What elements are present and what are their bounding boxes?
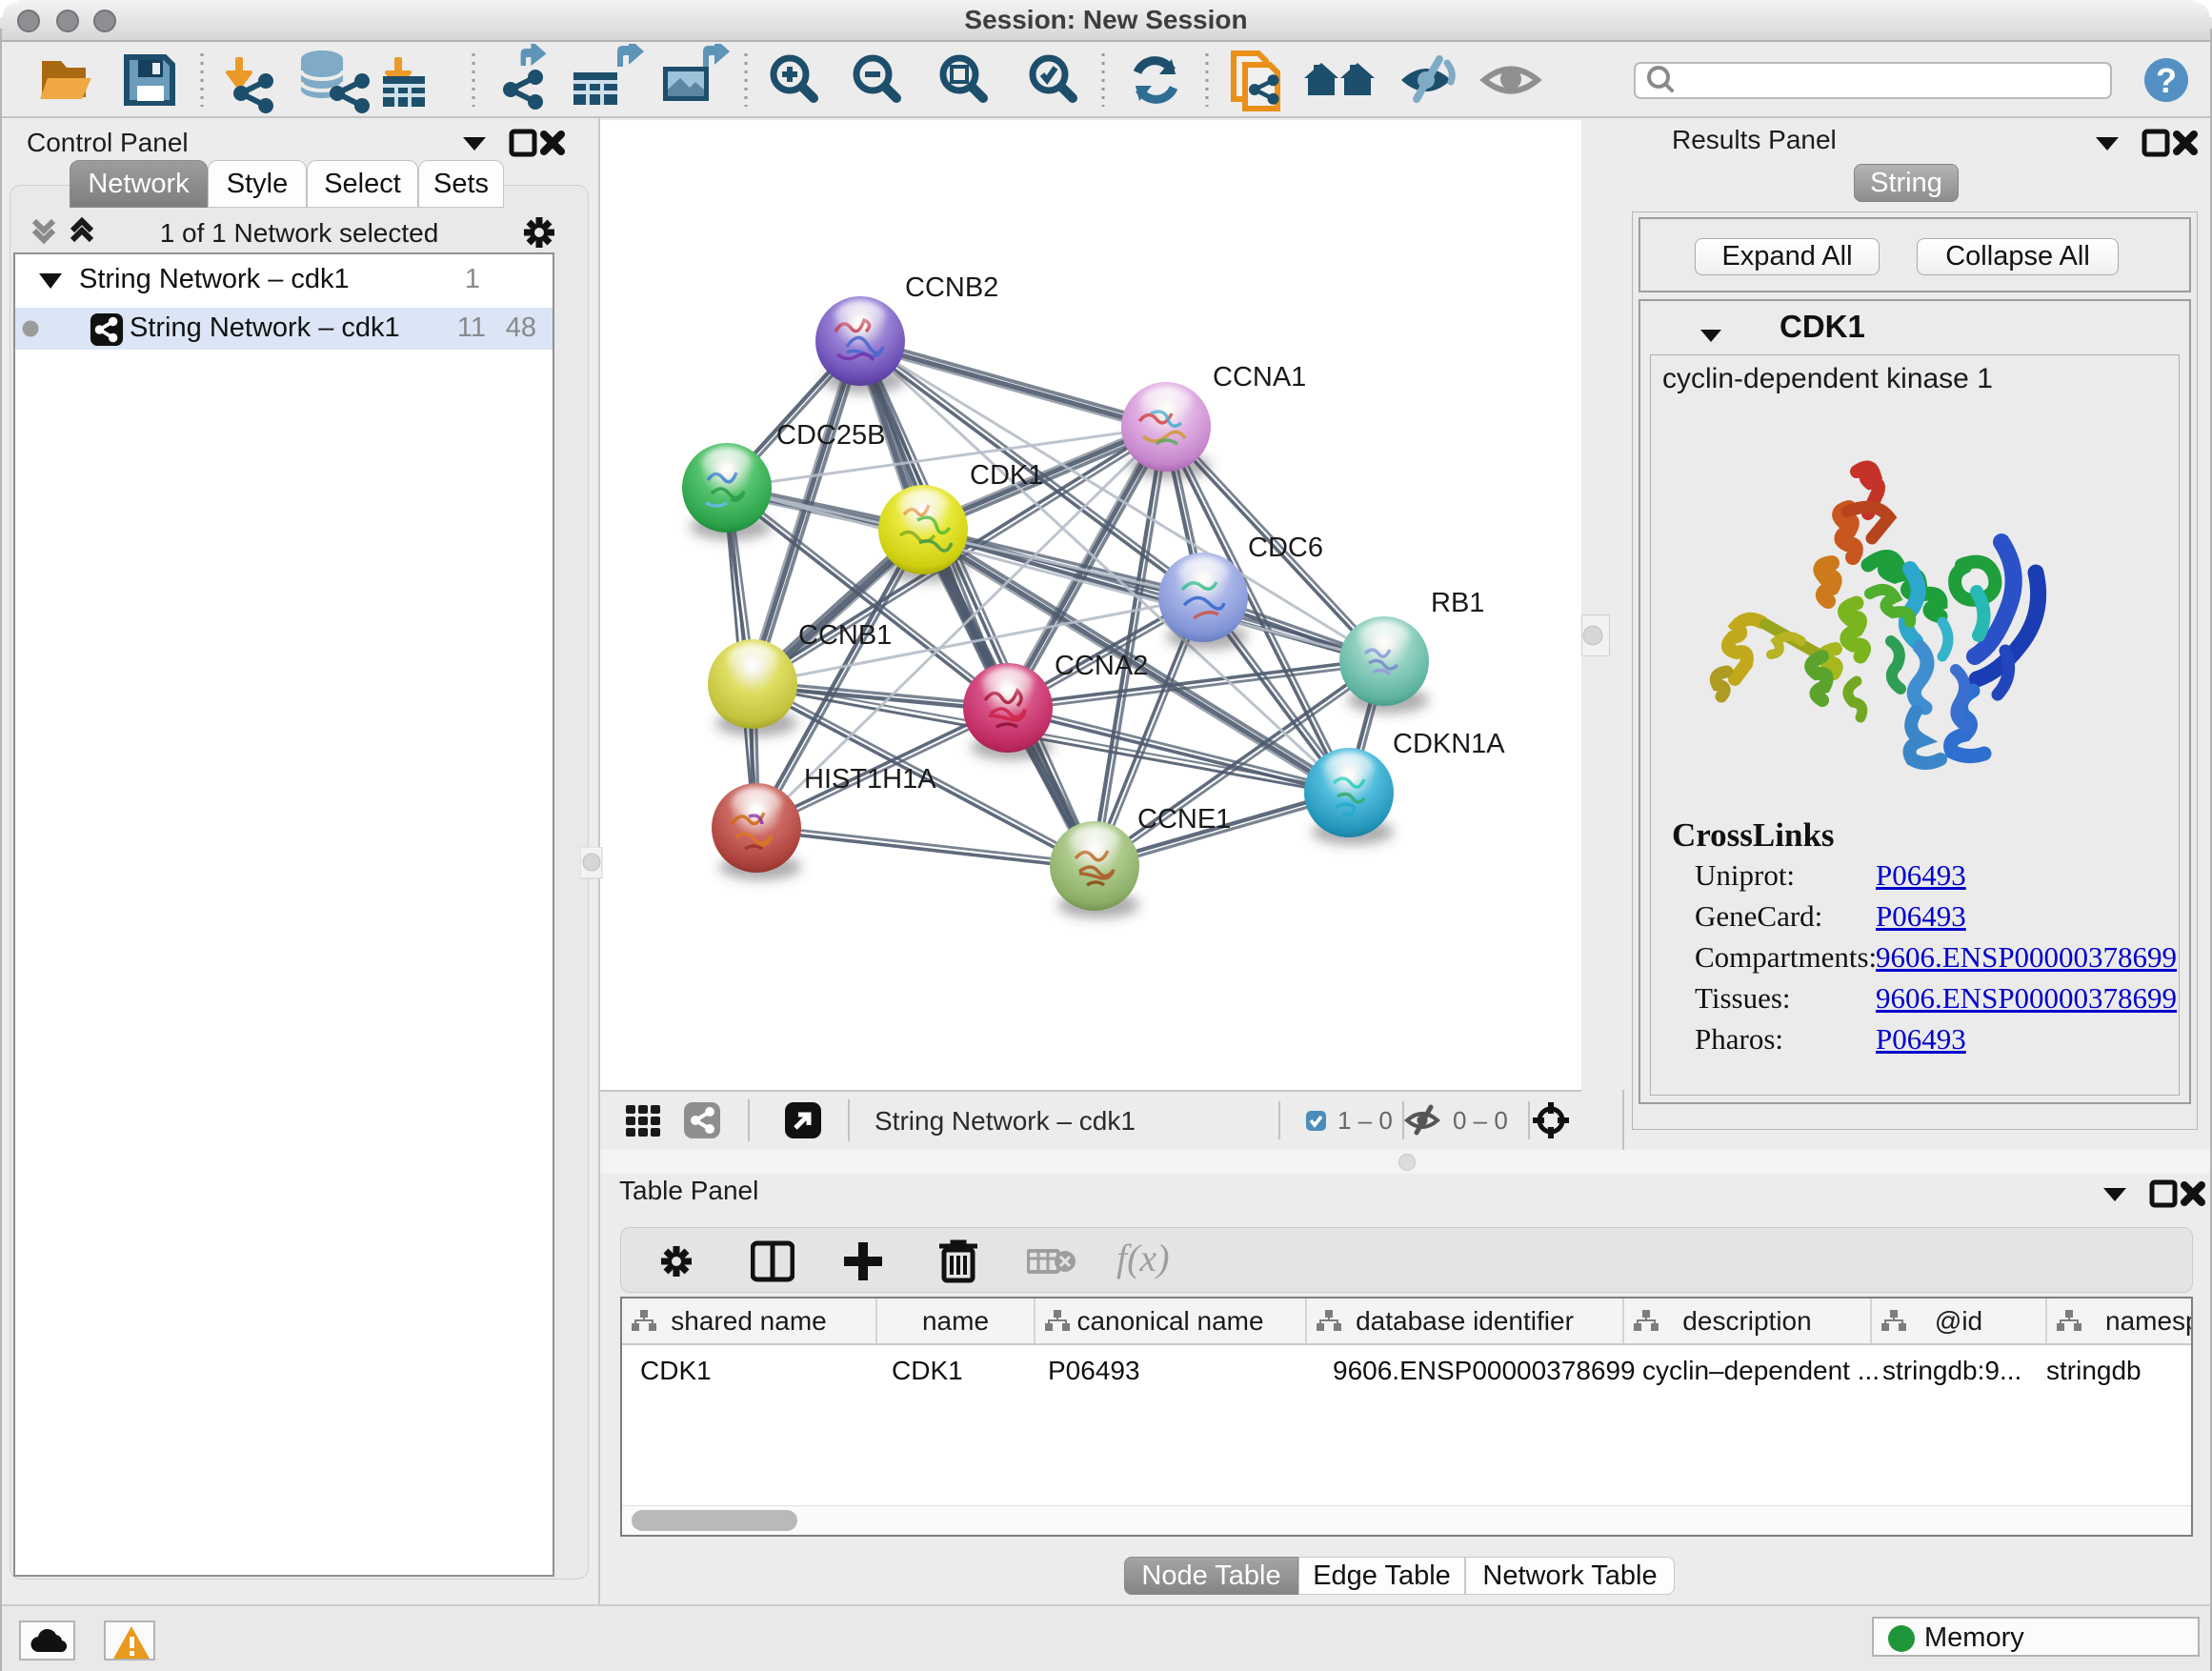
svg-text:?: ?	[2156, 61, 2177, 100]
svg-text:String Network – cdk1: String Network – cdk1	[875, 1106, 1136, 1136]
svg-text:RB1: RB1	[1431, 588, 1484, 618]
svg-text:CCNA1: CCNA1	[1213, 362, 1306, 393]
svg-text:CDKN1A: CDKN1A	[1393, 729, 1505, 759]
svg-text:CCNA2: CCNA2	[1055, 651, 1148, 681]
svg-text:HIST1H1A: HIST1H1A	[804, 764, 936, 795]
svg-text:1 – 0: 1 – 0	[1337, 1106, 1393, 1135]
svg-text:0 – 0: 0 – 0	[1453, 1106, 1508, 1135]
svg-text:CDK1: CDK1	[970, 460, 1043, 491]
svg-text:CDC6: CDC6	[1248, 533, 1323, 563]
svg-text:CCNE1: CCNE1	[1137, 804, 1231, 835]
svg-text:CCNB1: CCNB1	[798, 620, 892, 651]
svg-text:CDC25B: CDC25B	[776, 420, 885, 451]
svg-text:CCNB2: CCNB2	[905, 272, 998, 303]
